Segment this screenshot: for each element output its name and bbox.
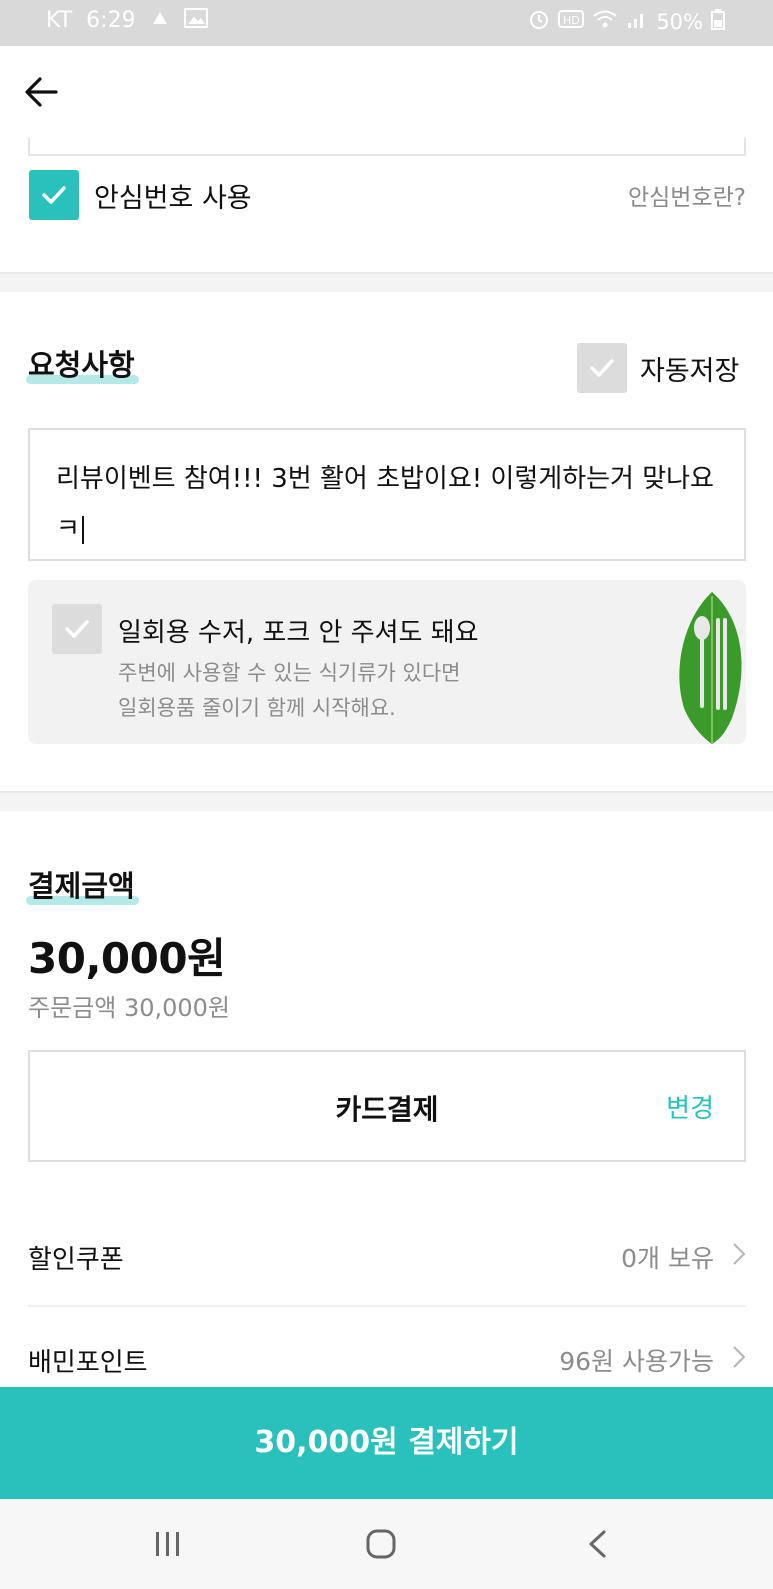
request-input[interactable]: 리뷰이벤트 참여!!! 3번 활어 초밥이요! 이렇게하는거 맞나요 ㅋ <box>28 428 746 561</box>
hd-icon: HD <box>558 9 585 34</box>
previous-field-edge <box>28 138 746 156</box>
point-label: 배민포인트 <box>28 1348 148 1378</box>
safe-number-help-link[interactable]: 안심번호란? <box>628 178 746 212</box>
no-cutlery-checkbox[interactable] <box>52 604 102 654</box>
wifi-icon <box>592 9 618 34</box>
clock: 6:29 <box>86 8 136 33</box>
change-payment-button[interactable]: 변경 <box>666 1088 714 1125</box>
payment-amount: 30,000원 <box>28 934 226 983</box>
back-icon[interactable] <box>586 1529 608 1559</box>
coupon-row[interactable]: 할인쿠폰 0개 보유 <box>28 1205 746 1305</box>
check-icon <box>590 359 614 377</box>
safe-number-checkbox[interactable] <box>29 170 79 220</box>
notification-icon <box>150 8 170 33</box>
check-icon <box>42 186 66 204</box>
recent-apps-icon[interactable] <box>152 1529 184 1559</box>
leaf-cutlery-icon <box>679 592 742 744</box>
svg-text:HD: HD <box>563 14 580 27</box>
order-amount: 주문금액 30,000원 <box>28 994 231 1022</box>
check-icon <box>65 620 89 638</box>
no-cutlery-card[interactable]: 일회용 수저, 포크 안 주셔도 돼요 주변에 사용할 수 있는 식기류가 있다… <box>28 580 746 744</box>
home-icon[interactable] <box>365 1529 397 1559</box>
system-nav-bar <box>0 1499 773 1589</box>
no-cutlery-desc-line2: 일회용품 줄이기 함께 시작해요. <box>118 696 396 720</box>
top-bar <box>0 46 773 142</box>
carrier-label: KT <box>46 8 73 33</box>
payment-method: 카드결제 <box>335 1093 439 1126</box>
row-divider <box>28 1305 746 1307</box>
status-bar: KT 6:29 HD 50% <box>0 0 773 46</box>
alarm-icon <box>528 8 550 35</box>
chevron-right-icon <box>733 1346 746 1368</box>
status-right: HD 50% <box>528 8 725 35</box>
safe-number-label: 안심번호 사용 <box>94 183 252 214</box>
request-text: 리뷰이벤트 참여!!! 3번 활어 초밥이요! 이렇게하는거 맞나요 ㅋ <box>56 464 714 544</box>
payment-method-box: 카드결제 변경 <box>28 1050 746 1162</box>
chevron-right-icon <box>733 1243 746 1265</box>
battery-icon <box>711 8 725 35</box>
gallery-icon <box>183 8 208 33</box>
section-divider <box>0 272 773 292</box>
request-title: 요청사항 <box>26 342 139 384</box>
submit-payment-button[interactable]: 30,000원 결제하기 <box>0 1387 773 1499</box>
section-divider <box>0 791 773 811</box>
signal-icon <box>626 9 648 34</box>
no-cutlery-desc-line1: 주변에 사용할 수 있는 식기류가 있다면 <box>118 661 461 685</box>
coupon-value: 0개 보유 <box>621 1244 714 1273</box>
payment-title: 결제금액 <box>26 863 139 905</box>
point-value: 96원 사용가능 <box>559 1347 714 1376</box>
safe-number-row: 안심번호 사용 안심번호란? <box>0 160 773 270</box>
back-button[interactable] <box>24 74 64 114</box>
autosave-label: 자동저장 <box>640 356 740 387</box>
arrow-left-icon <box>25 77 58 107</box>
autosave-checkbox[interactable] <box>577 343 627 393</box>
coupon-label: 할인쿠폰 <box>28 1245 124 1275</box>
text-caret <box>81 515 84 544</box>
battery-label: 50% <box>656 9 703 34</box>
status-left: KT 6:29 <box>46 8 208 33</box>
no-cutlery-title: 일회용 수저, 포크 안 주셔도 돼요 <box>118 618 479 648</box>
